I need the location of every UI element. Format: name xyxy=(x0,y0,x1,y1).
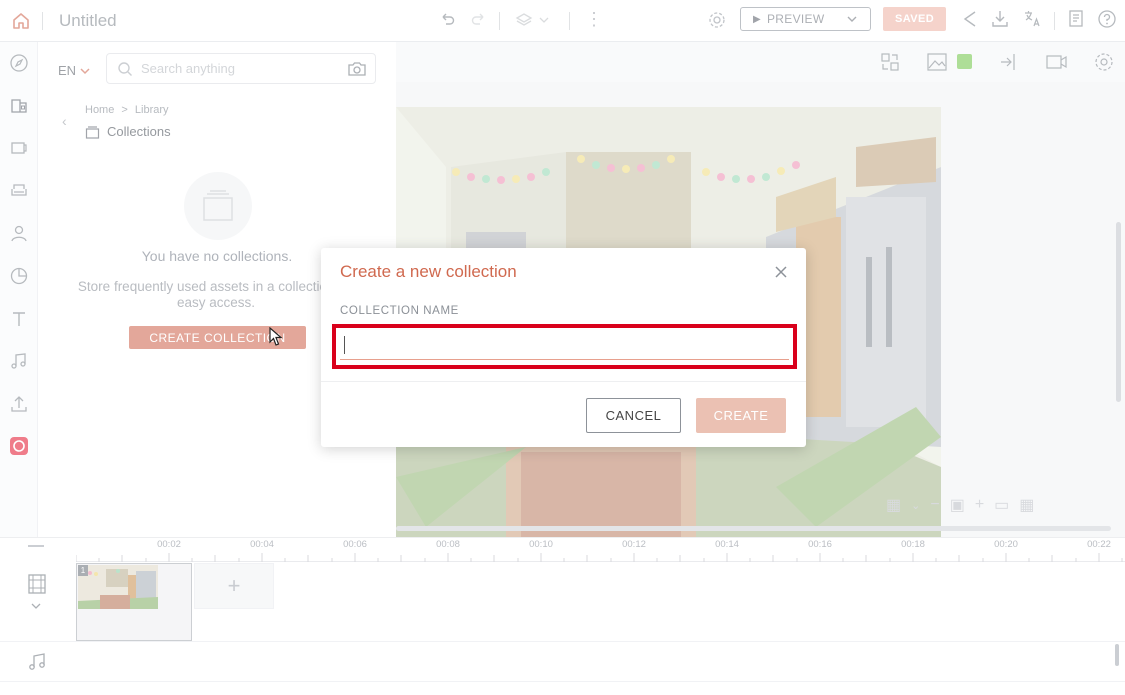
divider xyxy=(321,381,806,382)
dialog-title: Create a new collection xyxy=(340,262,517,281)
create-button[interactable]: CREATE xyxy=(696,398,786,433)
close-icon[interactable] xyxy=(774,265,788,279)
cancel-button[interactable]: CANCEL xyxy=(586,398,681,433)
collection-name-input[interactable] xyxy=(340,331,789,360)
highlight-box xyxy=(332,324,797,369)
create-collection-dialog: Create a new collection COLLECTION NAME … xyxy=(321,248,806,447)
text-caret xyxy=(344,336,345,354)
collection-name-label: COLLECTION NAME xyxy=(340,305,459,317)
mouse-cursor-icon xyxy=(269,327,283,346)
